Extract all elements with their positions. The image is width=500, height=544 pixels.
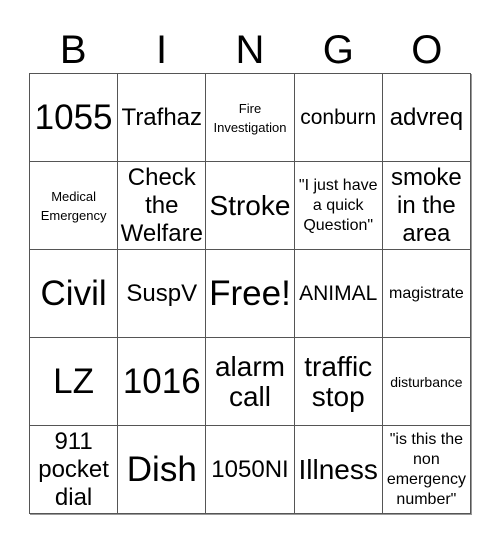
cell-label: magistrate	[389, 284, 464, 302]
cell-label: advreq	[389, 103, 464, 131]
bingo-cell[interactable]: 1055	[30, 74, 119, 162]
cell-label: 1016	[122, 361, 201, 401]
cell-label: 911 pocket dial	[38, 427, 109, 511]
bingo-cell[interactable]: Dish	[118, 426, 207, 514]
cell-label: traffic stop	[304, 350, 373, 412]
free-space-cell[interactable]: Free!	[206, 250, 295, 338]
cell-label: alarm call	[214, 350, 285, 412]
header-letter-n: N	[235, 28, 265, 72]
cell-label: "I just have a quick Question"	[298, 176, 378, 234]
header-letter-g: G	[322, 28, 354, 72]
bingo-cell[interactable]: ANIMAL	[294, 250, 383, 338]
bingo-header: B I N G O	[29, 28, 471, 72]
cell-label: 1055	[34, 97, 113, 137]
bingo-cell[interactable]: alarm call	[206, 338, 295, 426]
header-letter-o: O	[411, 28, 443, 72]
bingo-cell[interactable]: Stroke	[206, 162, 295, 250]
cell-label: ANIMAL	[299, 281, 378, 305]
cell-label: Medical Emergency	[40, 188, 107, 223]
bingo-cell[interactable]: magistrate	[382, 250, 471, 338]
bingo-cell[interactable]: Fire Investigation	[206, 74, 295, 162]
bingo-cell[interactable]: Illness	[294, 426, 383, 514]
bingo-cell[interactable]: "I just have a quick Question"	[294, 162, 383, 250]
cell-label: Dish	[126, 449, 197, 489]
bingo-cell[interactable]: Check the Welfare	[118, 162, 207, 250]
bingo-cell[interactable]: SuspV	[118, 250, 207, 338]
bingo-cell[interactable]: traffic stop	[294, 338, 383, 426]
cell-label: "is this the non emergency number"	[386, 430, 466, 508]
cell-label: conburn	[300, 105, 377, 129]
bingo-cell[interactable]: Medical Emergency	[30, 162, 119, 250]
cell-label: smoke in the area	[391, 163, 462, 247]
bingo-cell[interactable]: conburn	[294, 74, 383, 162]
bingo-cell[interactable]: 1050NI	[206, 426, 295, 514]
bingo-cell[interactable]: "is this the non emergency number"	[382, 426, 471, 514]
cell-label: Check the Welfare	[120, 163, 203, 247]
bingo-cell[interactable]: disturbance	[382, 338, 471, 426]
cell-label: 1050NI	[211, 455, 289, 483]
bingo-cell[interactable]: 1016	[118, 338, 207, 426]
bingo-cell[interactable]: Civil	[30, 250, 119, 338]
cell-label: Illness	[298, 453, 378, 485]
cell-label: disturbance	[390, 373, 463, 390]
bingo-cell[interactable]: advreq	[382, 74, 471, 162]
cell-label: Free!	[209, 273, 291, 313]
cell-label: Trafhaz	[121, 103, 203, 131]
header-letter-i: I	[156, 28, 168, 72]
cell-label: Stroke	[209, 189, 291, 221]
cell-label: SuspV	[126, 279, 198, 307]
bingo-board: 1055 Trafhaz Fire Investigation conburn advr…	[29, 73, 471, 514]
bingo-cell[interactable]: smoke in the area	[382, 162, 471, 250]
cell-label: Civil	[40, 273, 107, 313]
cell-label: LZ	[53, 361, 95, 401]
header-letter-b: B	[59, 28, 87, 72]
bingo-cell[interactable]: Trafhaz	[118, 74, 207, 162]
bingo-cell[interactable]: LZ	[30, 338, 119, 426]
bingo-cell[interactable]: 911 pocket dial	[30, 426, 119, 514]
cell-label: Fire Investigation	[213, 100, 287, 135]
